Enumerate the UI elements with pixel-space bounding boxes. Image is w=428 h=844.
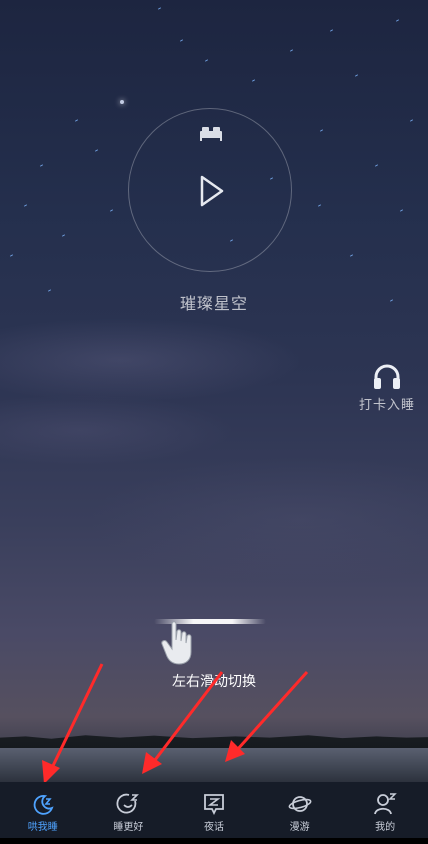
track-title: 璀璨星空 [179,294,248,313]
tab-label: 夜话 [203,822,224,833]
play-button[interactable] [128,108,292,272]
sleep-app-screen: 璀璨星空 打卡入睡 左右滑动切换 哄我睡 [0,0,428,844]
tab-night-talk[interactable]: 夜话 [171,782,257,838]
headphones-icon [374,364,400,389]
tab-label: 睡更好 [113,822,144,833]
checkin-sleep-label: 打卡入睡 [358,398,415,413]
chat-z-icon [204,794,224,816]
annotation-arrow-1 [42,663,104,784]
bottom-tab-bar: 哄我睡 睡更好 夜话 漫游 我的 [0,782,428,838]
tab-label: 哄我睡 [27,822,58,833]
annotation-arrow-3 [225,670,309,762]
smile-z-icon [116,793,140,814]
tab-roam[interactable]: 漫游 [257,782,343,838]
system-nav-strip [0,838,428,844]
person-z-icon [374,793,397,815]
tab-label: 我的 [375,822,396,833]
tab-mine[interactable]: 我的 [342,782,428,838]
planet-icon [288,796,312,812]
tab-coax-me-sleep[interactable]: 哄我睡 [0,782,86,838]
tab-sleep-better[interactable]: 睡更好 [86,782,172,838]
bed-icon [200,127,222,141]
hand-swipe-icon [161,621,192,665]
tab-label: 漫游 [289,822,310,833]
checkin-sleep-button[interactable]: 打卡入睡 [352,364,422,413]
moon-z-icon [33,795,54,815]
play-icon [200,175,224,207]
